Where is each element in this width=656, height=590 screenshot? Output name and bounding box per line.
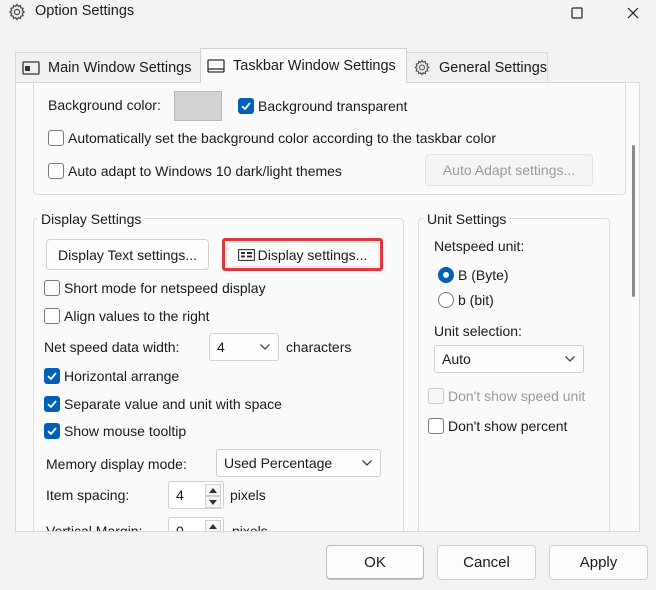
dropdown-value: Auto <box>442 351 471 367</box>
chevron-down-icon <box>260 344 270 350</box>
vertical-margin-stepper[interactable]: 0 <box>168 517 224 532</box>
bit-radio-label: b (bit) <box>458 292 494 308</box>
tab-panel: Background color: Background transparent… <box>15 82 640 532</box>
show-tooltip-label: Show mouse tooltip <box>64 423 187 439</box>
unit-selection-label: Unit selection: <box>434 323 522 339</box>
memory-mode-label: Memory display mode: <box>46 456 187 472</box>
stepper-value: 4 <box>176 487 184 503</box>
apply-button[interactable]: Apply <box>549 545 648 580</box>
dropdown-value: 4 <box>217 339 225 355</box>
tab-label: General Settings <box>439 59 548 76</box>
button-label: Display settings... <box>257 246 368 263</box>
separate-value-checkbox[interactable] <box>44 396 60 412</box>
auto-bg-color-label: Automatically set the background color a… <box>68 130 497 146</box>
tab-main-window-settings[interactable]: Main Window Settings <box>15 52 201 82</box>
separate-value-label: Separate value and unit with space <box>64 396 282 412</box>
cancel-button[interactable]: Cancel <box>437 545 536 580</box>
close-button[interactable] <box>610 0 656 26</box>
chevron-down-icon <box>362 460 372 466</box>
bit-radio[interactable] <box>438 292 454 308</box>
maximize-button[interactable] <box>554 0 600 26</box>
background-color-label: Background color: <box>48 97 161 113</box>
data-width-dropdown[interactable]: 4 <box>209 333 279 361</box>
button-label: Apply <box>579 554 618 571</box>
tab-label: Main Window Settings <box>48 59 192 76</box>
byte-radio[interactable] <box>438 267 454 283</box>
display-settings-title: Display Settings <box>38 211 145 227</box>
gear-icon <box>414 59 430 76</box>
dont-show-percent-label: Don't show percent <box>448 418 568 434</box>
close-icon <box>627 7 639 19</box>
dropdown-value: Used Percentage <box>224 455 333 471</box>
button-label: Display Text settings... <box>57 246 198 263</box>
background-color-swatch[interactable] <box>174 91 222 121</box>
checkmark-icon <box>47 372 57 381</box>
display-icon <box>237 248 255 261</box>
vertical-margin-unit: pixels <box>232 523 268 532</box>
byte-radio-label: B (Byte) <box>458 267 509 283</box>
data-width-label: Net speed data width: <box>44 339 180 355</box>
netspeed-unit-label: Netspeed unit: <box>434 238 525 254</box>
window-icon <box>22 60 40 75</box>
vertical-scrollbar[interactable] <box>632 145 635 297</box>
unit-settings-title: Unit Settings <box>424 211 510 227</box>
tab-general-settings[interactable]: General Settings <box>406 52 548 82</box>
item-spacing-unit: pixels <box>230 487 266 503</box>
show-tooltip-checkbox[interactable] <box>44 423 60 439</box>
background-transparent-checkbox[interactable] <box>238 98 254 114</box>
unit-settings-groupbox <box>418 218 610 531</box>
memory-mode-dropdown[interactable]: Used Percentage <box>216 449 381 477</box>
tab-taskbar-window-settings[interactable]: Taskbar Window Settings <box>200 48 407 83</box>
button-label: Auto Adapt settings... <box>442 162 576 178</box>
caret-down-icon <box>209 499 217 505</box>
align-right-checkbox[interactable] <box>44 308 60 324</box>
short-mode-checkbox[interactable] <box>44 280 60 296</box>
caret-up-icon <box>209 523 217 529</box>
horizontal-arrange-label: Horizontal arrange <box>64 368 180 384</box>
dont-show-speed-unit-label: Don't show speed unit <box>448 388 586 404</box>
horizontal-arrange-checkbox[interactable] <box>44 368 60 384</box>
dont-show-speed-unit-checkbox[interactable] <box>428 388 444 404</box>
taskbar-icon <box>207 59 225 73</box>
stepper-up-button[interactable] <box>205 484 221 496</box>
item-spacing-label: Item spacing: <box>46 487 130 503</box>
auto-adapt-theme-checkbox[interactable] <box>48 163 64 179</box>
gear-icon <box>8 3 26 21</box>
checkmark-icon <box>47 400 57 409</box>
display-settings-button[interactable]: Display settings... <box>226 242 379 267</box>
stepper-down-button[interactable] <box>205 496 221 508</box>
maximize-icon <box>571 7 583 19</box>
item-spacing-stepper[interactable]: 4 <box>168 481 224 509</box>
stepper-value: 0 <box>176 523 184 532</box>
button-label: Cancel <box>463 554 510 571</box>
short-mode-label: Short mode for netspeed display <box>64 280 266 296</box>
vertical-margin-label: Vertical Margin: <box>46 523 143 532</box>
checkmark-icon <box>47 427 57 436</box>
tab-label: Taskbar Window Settings <box>233 58 396 74</box>
unit-selection-dropdown[interactable]: Auto <box>434 345 584 373</box>
auto-bg-color-checkbox[interactable] <box>48 130 64 146</box>
align-right-label: Align values to the right <box>64 308 210 324</box>
caret-up-icon <box>209 487 217 493</box>
window-title: Option Settings <box>35 3 135 19</box>
background-transparent-label: Background transparent <box>258 98 408 114</box>
auto-adapt-theme-label: Auto adapt to Windows 10 dark/light them… <box>68 163 342 179</box>
auto-adapt-settings-button[interactable]: Auto Adapt settings... <box>425 154 593 186</box>
chevron-down-icon <box>565 356 575 362</box>
button-label: OK <box>364 554 386 571</box>
data-width-unit: characters <box>286 339 352 355</box>
ok-button[interactable]: OK <box>326 545 424 580</box>
display-text-settings-button[interactable]: Display Text settings... <box>46 239 209 270</box>
checkmark-icon <box>241 102 251 111</box>
stepper-up-button[interactable] <box>205 520 221 531</box>
dont-show-percent-checkbox[interactable] <box>428 418 444 434</box>
